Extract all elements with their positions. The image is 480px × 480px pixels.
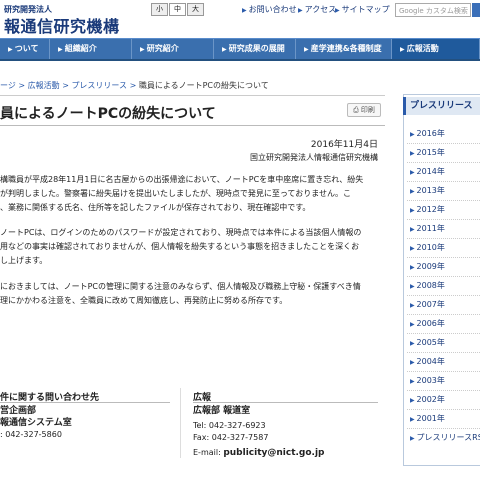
font-size-switcher: 小 中 大: [151, 3, 204, 16]
nav-collaboration[interactable]: 産学連携&各種制度: [296, 39, 392, 59]
pr-email-label: E-mail:: [193, 448, 221, 457]
text-line: 理にかかわる注意を、全職員に改めて周知徹底し、再発防止に努める所存です。: [0, 296, 288, 305]
divider: [0, 125, 385, 126]
contact-dept: 営企画部: [0, 406, 37, 416]
paragraph-3: におきましては、ノートPCの管理に関する注意のみならず、個人情報及び職務上守秘・…: [0, 280, 386, 308]
text-line: 構職員が平成28年11月1日に名古屋からの出張帰途において、ノートPCを車中座席…: [0, 175, 364, 184]
font-size-medium-button[interactable]: 中: [169, 3, 186, 16]
printer-icon: ⎙: [353, 106, 359, 114]
breadcrumb-pr[interactable]: 広報活動: [28, 81, 60, 90]
search-button[interactable]: [472, 3, 480, 17]
font-size-small-button[interactable]: 小: [151, 3, 168, 16]
pr-tel: Tel: 042-327-6923: [193, 421, 266, 430]
text-line: が判明しました。警察署に紛失届けを提出いたしましたが、現時点で発見に至っておりま…: [0, 189, 351, 198]
breadcrumb-press[interactable]: プレスリリース: [71, 81, 127, 90]
sidebar-item-2008[interactable]: 2008年: [407, 277, 480, 296]
text-line: 、業務に関係する氏名、住所等を記したファイルが保存されており、現在確認中です。: [0, 203, 311, 212]
font-size-large-button[interactable]: 大: [187, 3, 204, 16]
breadcrumb: ージ > 広報活動 > プレスリリース > 職員によるノートPCの紛失について: [0, 80, 269, 91]
access-link[interactable]: アクセス: [298, 4, 337, 15]
text-line: 用などの事実は確認されておりませんが、個人情報を紛失するという事態を招きましたこ…: [0, 242, 360, 251]
sidebar-item-2005[interactable]: 2005年: [407, 334, 480, 353]
sidebar-item-2002[interactable]: 2002年: [407, 391, 480, 410]
paragraph-2: ノートPCは、ログインのためのパスワードが設定されており、現時点では本件による当…: [0, 226, 386, 268]
pr-contact-block: 広報部 報道室 Tel: 042-327-6923 Fax: 042-327-7…: [193, 405, 325, 459]
contact-section: 報通信システム室: [0, 418, 72, 428]
breadcrumb-separator: >: [18, 81, 28, 90]
divider: [0, 95, 385, 96]
paragraph-1: 構職員が平成28年11月1日に名古屋からの出張帰途において、ノートPCを車中座席…: [0, 173, 386, 215]
nav-results[interactable]: 研究成果の展開: [214, 39, 296, 59]
divider: [180, 388, 181, 458]
contact-link[interactable]: お問い合わせ: [242, 4, 297, 15]
sitemap-link[interactable]: サイトマップ: [335, 4, 390, 15]
divider: [193, 402, 378, 403]
sidebar-item-2015[interactable]: 2015年: [407, 144, 480, 163]
pr-fax: Fax: 042-327-7587: [193, 433, 269, 442]
sidebar-item-2011[interactable]: 2011年: [407, 220, 480, 239]
nav-organization[interactable]: 組織紹介: [50, 39, 132, 59]
text-line: ノートPCは、ログインのためのパスワードが設定されており、現時点では本件による当…: [0, 228, 362, 237]
print-label: 印刷: [360, 106, 375, 114]
text-line: におきましては、ノートPCの管理に関する注意のみならず、個人情報及び職務上守秘・…: [0, 282, 361, 291]
global-nav: ついて 組織紹介 研究紹介 研究成果の展開 産学連携&各種制度 広報活動: [0, 38, 480, 61]
divider: [0, 402, 170, 403]
sidebar-heading: プレスリリース: [403, 97, 480, 115]
print-button[interactable]: ⎙ 印刷: [347, 103, 381, 117]
sidebar-item-2016[interactable]: 2016年: [407, 125, 480, 144]
sidebar-item-2003[interactable]: 2003年: [407, 372, 480, 391]
nav-pr-activities[interactable]: 広報活動: [392, 39, 480, 59]
nav-about[interactable]: ついて: [0, 39, 50, 59]
breadcrumb-separator: >: [129, 81, 139, 90]
release-org: 国立研究開発法人情報通信研究機構: [250, 153, 378, 162]
text-line: し上げます。: [0, 256, 48, 265]
page-title: 員によるノートPCの紛失について: [0, 106, 216, 122]
contact-tel: : 042-327-5860: [0, 430, 62, 439]
org-logo[interactable]: 報通信研究機構: [4, 13, 120, 37]
sidebar-item-2013[interactable]: 2013年: [407, 182, 480, 201]
contact-block: 営企画部 報通信システム室 : 042-327-5860: [0, 405, 72, 441]
sidebar-item-2007[interactable]: 2007年: [407, 296, 480, 315]
sidebar-item-2009[interactable]: 2009年: [407, 258, 480, 277]
pr-email[interactable]: publicity@nict.go.jp: [223, 448, 324, 458]
sidebar-item-2004[interactable]: 2004年: [407, 353, 480, 372]
breadcrumb-home[interactable]: ージ: [0, 81, 16, 90]
sidebar-item-2014[interactable]: 2014年: [407, 163, 480, 182]
sidebar-item-rss[interactable]: プレスリリースRSS: [407, 429, 480, 448]
sidebar-item-2010[interactable]: 2010年: [407, 239, 480, 258]
nav-research[interactable]: 研究紹介: [132, 39, 214, 59]
breadcrumb-current: 職員によるノートPCの紛失について: [138, 81, 269, 90]
sidebar-item-2001[interactable]: 2001年: [407, 410, 480, 429]
sidebar-item-2006[interactable]: 2006年: [407, 315, 480, 334]
pr-dept: 広報部 報道室: [193, 406, 251, 416]
search-input[interactable]: Google カスタム検索: [395, 3, 471, 17]
release-date: 2016年11月4日: [310, 140, 378, 150]
sidebar-item-2012[interactable]: 2012年: [407, 201, 480, 220]
